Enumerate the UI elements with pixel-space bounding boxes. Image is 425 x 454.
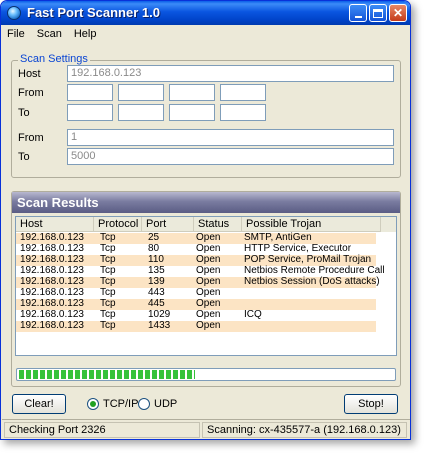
host-input[interactable]: 192.168.0.123 <box>67 65 394 82</box>
cell-port: 1433 <box>148 320 171 331</box>
column-header-protocol[interactable]: Protocol <box>94 217 142 232</box>
udp-radio[interactable]: UDP <box>138 398 177 410</box>
app-window: Fast Port Scanner 1.0 ✕ File Scan Help S… <box>0 0 411 440</box>
minimize-button[interactable] <box>349 4 367 22</box>
menu-bar: File Scan Help <box>2 25 410 43</box>
column-header-filler <box>380 217 396 232</box>
scan-progress-bar <box>16 368 396 381</box>
ip-to-octet-2[interactable] <box>118 104 164 121</box>
menu-help[interactable]: Help <box>74 28 97 40</box>
app-icon <box>7 6 21 20</box>
port-to-input[interactable]: 5000 <box>67 148 394 165</box>
column-header-port[interactable]: Port <box>142 217 194 232</box>
cell-possible-trojan: ICQ <box>244 309 262 320</box>
close-button[interactable]: ✕ <box>389 4 407 22</box>
scan-results-title: Scan Results <box>12 192 400 213</box>
host-label: Host <box>18 68 41 80</box>
radio-selected-dot <box>90 401 96 407</box>
port-to-label: To <box>18 151 30 163</box>
ip-from-octet-4[interactable] <box>220 84 266 101</box>
ip-from-label: From <box>18 87 44 99</box>
status-scanning-host: Scanning: cx-435577-a (192.168.0.123) <box>202 422 407 438</box>
clear-button[interactable]: Clear! <box>12 394 66 414</box>
minimize-icon <box>354 15 362 18</box>
cell-host: 192.168.0.123 <box>20 320 84 331</box>
stop-button[interactable]: Stop! <box>344 394 398 414</box>
table-row[interactable]: 192.168.0.123 Tcp 1433 Open <box>16 320 376 332</box>
maximize-icon <box>373 8 383 18</box>
menu-file[interactable]: File <box>7 28 25 40</box>
udp-radio-label: UDP <box>154 398 178 410</box>
ip-to-octet-1[interactable] <box>67 104 113 121</box>
title-bar[interactable]: Fast Port Scanner 1.0 ✕ <box>1 1 410 25</box>
tcp-radio-indicator[interactable] <box>87 398 99 410</box>
scan-progress-fill <box>19 370 195 379</box>
port-from-label: From <box>18 132 44 144</box>
column-header-possible-trojan[interactable]: Possible Trojan <box>242 217 382 232</box>
ip-from-octet-2[interactable] <box>118 84 164 101</box>
menu-scan[interactable]: Scan <box>37 28 62 40</box>
tcp-radio-label: TCP/IP <box>103 398 139 410</box>
tcp-radio[interactable]: TCP/IP <box>87 398 138 410</box>
ip-to-label: To <box>18 107 30 119</box>
column-header-host[interactable]: Host <box>16 217 94 232</box>
cell-protocol: Tcp <box>100 320 116 331</box>
scan-settings-title: Scan Settings <box>18 53 90 65</box>
maximize-button[interactable] <box>369 4 387 22</box>
scan-results-panel: Scan Results Host Protocol Port Status P… <box>11 191 401 387</box>
status-bar: Checking Port 2326 Scanning: cx-435577-a… <box>2 419 410 439</box>
cell-status: Open <box>196 320 221 331</box>
ip-from-octet-1[interactable] <box>67 84 113 101</box>
window-title: Fast Port Scanner 1.0 <box>27 5 160 20</box>
ip-from-octet-3[interactable] <box>169 84 215 101</box>
port-from-input[interactable]: 1 <box>67 129 394 146</box>
close-icon: ✕ <box>392 6 404 20</box>
column-header-status[interactable]: Status <box>194 217 242 232</box>
udp-radio-indicator[interactable] <box>138 398 150 410</box>
status-checking-port: Checking Port 2326 <box>4 422 200 438</box>
results-list[interactable]: Host Protocol Port Status Possible Troja… <box>15 216 397 356</box>
ip-to-octet-4[interactable] <box>220 104 266 121</box>
cell-possible-trojan: Netbios Session (DoS attacks) <box>244 276 380 287</box>
ip-to-octet-3[interactable] <box>169 104 215 121</box>
